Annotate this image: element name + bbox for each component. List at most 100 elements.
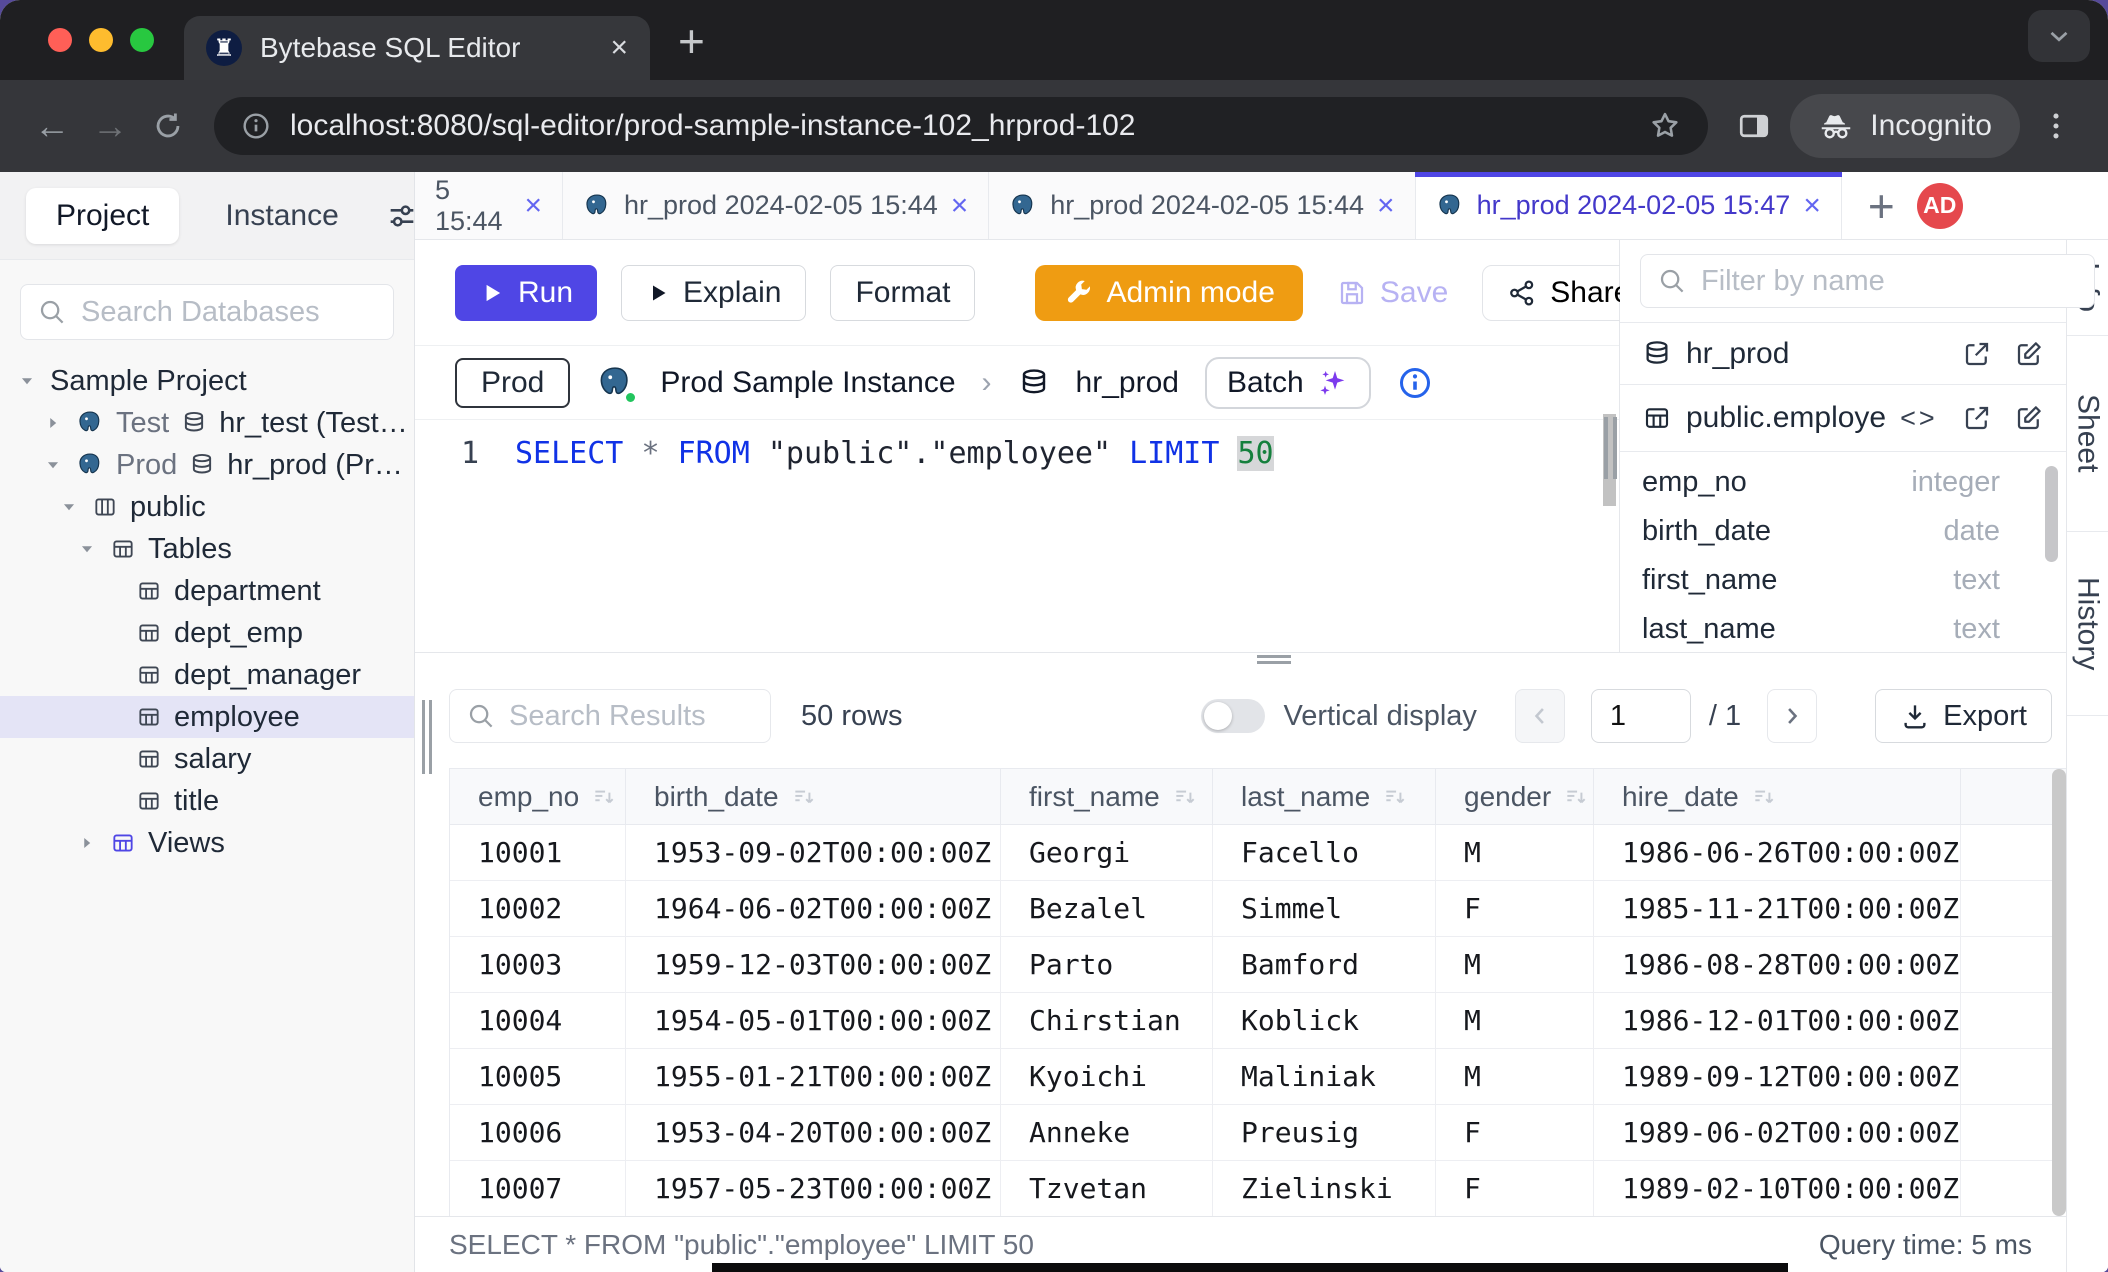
tab-instance[interactable]: Instance xyxy=(225,199,338,233)
tab-project[interactable]: Project xyxy=(26,188,179,244)
format-button[interactable]: Format xyxy=(830,265,975,321)
sheet-tab[interactable]: hr_prod 2024-02-05 15:44× xyxy=(563,172,989,239)
results-scrollbar[interactable] xyxy=(2052,769,2066,1216)
schema-filter-box[interactable] xyxy=(1640,254,2095,308)
save-button[interactable]: Save xyxy=(1327,265,1458,321)
sort-icon[interactable] xyxy=(1382,784,1408,810)
database-name[interactable]: hr_prod xyxy=(1076,366,1179,400)
column-row-last_name[interactable]: last_nametext xyxy=(1642,605,2044,652)
panel-resize-handle[interactable] xyxy=(1604,417,1617,479)
url-text[interactable]: localhost:8080/sql-editor/prod-sample-in… xyxy=(290,109,1630,143)
open-external-icon[interactable] xyxy=(1962,403,1992,433)
tree-item-table-employee[interactable]: employee xyxy=(0,696,414,738)
tree-item-schema-public[interactable]: public xyxy=(0,486,414,528)
close-sheet-icon[interactable]: × xyxy=(1377,189,1395,223)
reload-icon[interactable] xyxy=(146,104,190,148)
chevron-right-icon[interactable] xyxy=(42,412,64,434)
close-sheet-icon[interactable]: × xyxy=(951,189,969,223)
database-search-box[interactable] xyxy=(20,284,394,340)
tree-item-table-dept_emp[interactable]: dept_emp xyxy=(0,612,414,654)
explain-button[interactable]: Explain xyxy=(621,265,806,321)
close-sheet-icon[interactable]: × xyxy=(524,189,542,223)
minimize-window-button[interactable] xyxy=(89,28,113,52)
address-bar[interactable]: localhost:8080/sql-editor/prod-sample-in… xyxy=(214,97,1708,155)
forward-icon[interactable]: → xyxy=(88,104,132,148)
tree-item-table-salary[interactable]: salary xyxy=(0,738,414,780)
browser-tab[interactable]: ♜ Bytebase SQL Editor × xyxy=(184,16,650,80)
edit-icon[interactable] xyxy=(2014,403,2044,433)
tree-item-db-prod[interactable]: Prod hr_prod (Pr… xyxy=(0,444,414,486)
table-row[interactable]: 100021964-06-02T00:00:00ZBezalelSimmelF1… xyxy=(450,881,2066,937)
tree-item-table-department[interactable]: department xyxy=(0,570,414,612)
sort-icon[interactable] xyxy=(791,784,817,810)
sheet-tab[interactable]: hr_prod 2024-02-05 15:44× xyxy=(989,172,1415,239)
tree-item-table-title[interactable]: title xyxy=(0,780,414,822)
chevron-right-icon[interactable] xyxy=(76,832,98,854)
table-row[interactable]: 100061953-04-20T00:00:00ZAnnekePreusigF1… xyxy=(450,1105,2066,1161)
tree-settings-icon[interactable] xyxy=(385,199,419,233)
info-icon[interactable] xyxy=(1397,365,1433,401)
table-row[interactable]: 100011953-09-02T00:00:00ZGeorgiFacelloM1… xyxy=(450,825,2066,881)
results-splitter[interactable] xyxy=(415,652,2066,664)
sort-icon[interactable] xyxy=(1172,784,1198,810)
sheet-tab[interactable]: 5 15:44× xyxy=(415,172,563,239)
close-window-button[interactable] xyxy=(48,28,72,52)
column-list-scrollbar[interactable] xyxy=(2045,466,2058,562)
batch-button[interactable]: Batch xyxy=(1205,357,1371,409)
sort-icon[interactable] xyxy=(1751,784,1777,810)
chevron-down-icon[interactable] xyxy=(58,496,80,518)
results-header-first_name[interactable]: first_name xyxy=(1001,769,1213,824)
maximize-window-button[interactable] xyxy=(130,28,154,52)
database-search-input[interactable] xyxy=(81,296,377,329)
sidebar-resize-handle[interactable] xyxy=(422,700,432,774)
open-external-icon[interactable] xyxy=(1962,339,1992,369)
results-header-birth_date[interactable]: birth_date xyxy=(626,769,1001,824)
admin-mode-button[interactable]: Admin mode xyxy=(1035,265,1302,321)
results-header-last_name[interactable]: last_name xyxy=(1213,769,1436,824)
side-tab-history[interactable]: History xyxy=(2067,532,2108,716)
view-ddl-icon[interactable]: <> xyxy=(1900,403,1938,434)
next-page-button[interactable] xyxy=(1767,689,1817,743)
schema-filter-input[interactable] xyxy=(1701,265,2078,298)
instance-name[interactable]: Prod Sample Instance xyxy=(660,366,955,400)
tree-item-project[interactable]: Sample Project xyxy=(0,360,414,402)
sheet-tab[interactable]: hr_prod 2024-02-05 15:47× xyxy=(1416,172,1842,239)
column-row-first_name[interactable]: first_nametext xyxy=(1642,556,2044,605)
results-search-box[interactable] xyxy=(449,689,771,743)
back-icon[interactable]: ← xyxy=(30,104,74,148)
sort-icon[interactable] xyxy=(591,784,617,810)
new-tab-button[interactable]: + xyxy=(678,14,705,68)
browser-menu-icon[interactable] xyxy=(2034,104,2078,148)
vertical-display-toggle[interactable] xyxy=(1201,699,1265,733)
table-row[interactable]: 100051955-01-21T00:00:00ZKyoichiMaliniak… xyxy=(450,1049,2066,1105)
close-sheet-icon[interactable]: × xyxy=(1803,189,1821,223)
results-header-emp_no[interactable]: emp_no xyxy=(450,769,626,824)
table-row[interactable]: 100071957-05-23T00:00:00ZTzvetanZielinsk… xyxy=(450,1161,2066,1216)
tab-search-chevron-button[interactable] xyxy=(2028,10,2090,62)
new-sheet-button[interactable]: + xyxy=(1868,179,1895,233)
table-row[interactable]: 100031959-12-03T00:00:00ZPartoBamfordM19… xyxy=(450,937,2066,993)
prev-page-button[interactable] xyxy=(1515,689,1565,743)
results-header-gender[interactable]: gender xyxy=(1436,769,1594,824)
results-header-hire_date[interactable]: hire_date xyxy=(1594,769,1961,824)
tree-item-db-test[interactable]: Test hr_test (Test… xyxy=(0,402,414,444)
side-panel-icon[interactable] xyxy=(1732,104,1776,148)
sort-icon[interactable] xyxy=(1563,784,1589,810)
run-button[interactable]: Run xyxy=(455,265,597,321)
results-search-input[interactable] xyxy=(509,700,754,733)
sql-editor[interactable]: 1 SELECT * FROM "public"."employee" LIMI… xyxy=(415,420,1619,652)
side-tab-sheet[interactable]: Sheet xyxy=(2067,336,2108,532)
avatar[interactable]: AD xyxy=(1917,183,1963,229)
splitter-handle-icon[interactable] xyxy=(1257,655,1291,667)
tree-item-tables[interactable]: Tables xyxy=(0,528,414,570)
page-number-input[interactable] xyxy=(1591,689,1691,743)
edit-icon[interactable] xyxy=(2014,339,2044,369)
close-tab-icon[interactable]: × xyxy=(610,31,628,65)
tree-item-table-dept_manager[interactable]: dept_manager xyxy=(0,654,414,696)
chevron-down-icon[interactable] xyxy=(76,538,98,560)
schema-database-row[interactable]: hr_prod xyxy=(1620,322,2066,384)
column-row-birth_date[interactable]: birth_datedate xyxy=(1642,507,2044,556)
table-row[interactable]: 100041954-05-01T00:00:00ZChirstianKoblic… xyxy=(450,993,2066,1049)
bookmark-star-icon[interactable] xyxy=(1648,109,1682,143)
chevron-down-icon[interactable] xyxy=(16,370,38,392)
